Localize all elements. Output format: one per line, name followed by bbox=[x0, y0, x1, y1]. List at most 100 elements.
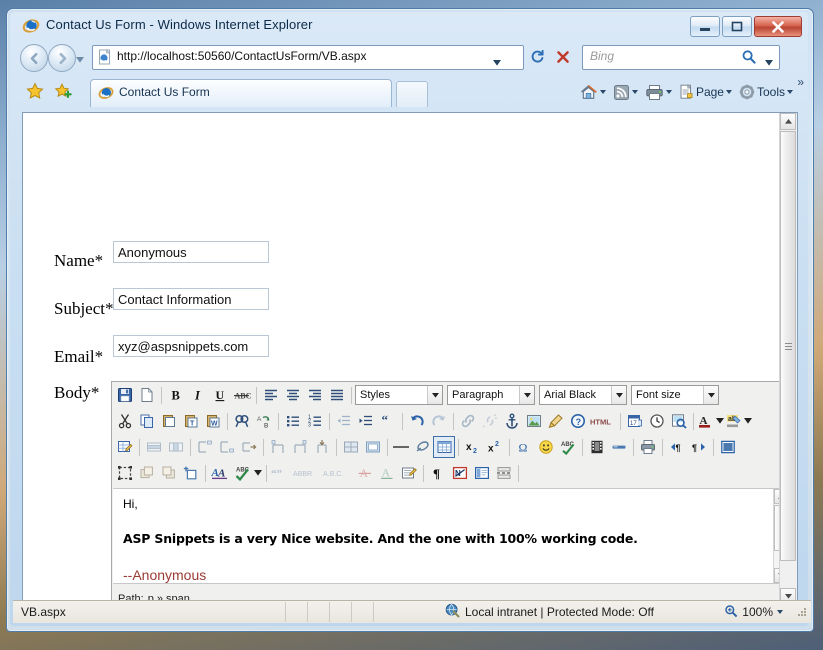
horizontal-rule-icon[interactable] bbox=[391, 436, 411, 458]
page-chevron-icon[interactable] bbox=[725, 90, 732, 94]
page-scroll-thumb[interactable] bbox=[780, 131, 796, 561]
visual-aid-icon[interactable] bbox=[717, 436, 739, 458]
recent-pages-chevron-icon[interactable] bbox=[76, 52, 84, 66]
search-icon[interactable] bbox=[741, 49, 757, 68]
tab-contact-us-form[interactable]: Contact Us Form bbox=[90, 79, 392, 107]
insert-time-icon[interactable] bbox=[646, 410, 668, 432]
font-family-chevron-icon[interactable] bbox=[611, 386, 626, 404]
paste-text-icon[interactable]: T bbox=[180, 410, 202, 432]
superscript-icon[interactable]: x2 bbox=[484, 436, 506, 458]
underline-icon[interactable]: U bbox=[209, 384, 231, 406]
zoom-chevron-icon[interactable] bbox=[777, 610, 783, 614]
delete-column-icon[interactable] bbox=[311, 436, 333, 458]
align-left-icon[interactable] bbox=[260, 384, 282, 406]
find-icon[interactable] bbox=[231, 410, 253, 432]
remove-format-icon[interactable] bbox=[411, 436, 433, 458]
print-icon[interactable] bbox=[637, 436, 659, 458]
background-color-chevron-icon[interactable] bbox=[743, 410, 753, 432]
toggle-absolute-icon[interactable] bbox=[180, 462, 202, 484]
anchor-icon[interactable] bbox=[501, 410, 523, 432]
align-center-icon[interactable] bbox=[282, 384, 304, 406]
stop-button[interactable] bbox=[550, 45, 576, 68]
paste-icon[interactable] bbox=[158, 410, 180, 432]
forward-button[interactable] bbox=[48, 44, 76, 72]
delete-row-icon[interactable] bbox=[238, 436, 260, 458]
address-dropdown-icon[interactable] bbox=[493, 55, 501, 69]
back-button[interactable] bbox=[20, 44, 48, 72]
insert-column-before-icon[interactable] bbox=[267, 436, 289, 458]
status-security-zone[interactable]: Local intranet | Protected Mode: Off bbox=[445, 603, 654, 621]
move-layer-icon[interactable] bbox=[158, 462, 180, 484]
paragraph-chevron-icon[interactable] bbox=[519, 386, 534, 404]
tools-chevron-icon[interactable] bbox=[787, 90, 793, 94]
styleprops-icon[interactable]: AA bbox=[209, 462, 231, 484]
feeds-button[interactable] bbox=[610, 82, 641, 103]
email-input[interactable]: xyz@aspsnippets.com bbox=[113, 335, 269, 357]
page-menu-button[interactable]: Page bbox=[676, 82, 735, 102]
save-icon[interactable] bbox=[114, 384, 136, 406]
table-icon[interactable] bbox=[433, 436, 455, 458]
rtl-icon[interactable]: ¶ bbox=[688, 436, 710, 458]
edit-table-icon[interactable] bbox=[114, 436, 136, 458]
visualchars-icon[interactable]: ¶ bbox=[427, 462, 449, 484]
link-icon[interactable] bbox=[457, 410, 479, 432]
search-input[interactable]: Bing bbox=[582, 45, 780, 70]
subject-input[interactable]: Contact Information bbox=[113, 288, 269, 310]
editor-document[interactable]: Hi, ASP Snippets is a very Nice website.… bbox=[113, 489, 773, 583]
row-properties-icon[interactable] bbox=[143, 436, 165, 458]
home-chevron-icon[interactable] bbox=[599, 90, 606, 94]
find-replace-icon[interactable]: AB bbox=[253, 410, 275, 432]
minimize-button[interactable] bbox=[690, 16, 720, 37]
refresh-button[interactable] bbox=[524, 45, 550, 68]
styles-dropdown[interactable]: Styles bbox=[355, 385, 443, 405]
spellcheck-icon[interactable]: ABC bbox=[557, 436, 579, 458]
unlink-icon[interactable] bbox=[479, 410, 501, 432]
subscript-icon[interactable]: x2 bbox=[462, 436, 484, 458]
media-icon[interactable] bbox=[586, 436, 608, 458]
blockquote-icon[interactable]: “ bbox=[377, 410, 399, 432]
bold-icon[interactable]: B bbox=[165, 384, 187, 406]
select-all-icon[interactable] bbox=[114, 462, 136, 484]
insert-date-icon[interactable]: 17 bbox=[624, 410, 646, 432]
pagebreak-icon[interactable] bbox=[493, 462, 515, 484]
page-scrollbar[interactable] bbox=[779, 113, 797, 605]
cite-icon[interactable]: “” bbox=[270, 462, 292, 484]
background-color-icon[interactable]: ab bbox=[725, 410, 743, 432]
font-size-chevron-icon[interactable] bbox=[703, 386, 718, 404]
spellchecker-icon[interactable]: ABC bbox=[231, 462, 253, 484]
feeds-chevron-icon[interactable] bbox=[631, 90, 638, 94]
maximize-button[interactable] bbox=[722, 16, 752, 37]
insert-layer-icon[interactable] bbox=[136, 462, 158, 484]
image-icon[interactable] bbox=[523, 410, 545, 432]
print-button[interactable] bbox=[642, 82, 675, 103]
special-character-icon[interactable]: Ω bbox=[513, 436, 535, 458]
text-color-chevron-icon[interactable] bbox=[715, 410, 725, 432]
indent-icon[interactable] bbox=[355, 410, 377, 432]
font-size-dropdown[interactable]: Font size bbox=[631, 385, 719, 405]
print-chevron-icon[interactable] bbox=[665, 90, 672, 94]
paragraph-dropdown[interactable]: Paragraph bbox=[447, 385, 535, 405]
new-tab-button[interactable] bbox=[396, 81, 428, 107]
favorites-center-icon[interactable] bbox=[24, 81, 46, 101]
insert-row-before-icon[interactable] bbox=[194, 436, 216, 458]
tools-menu-button[interactable]: Tools bbox=[736, 82, 796, 102]
copy-icon[interactable] bbox=[136, 410, 158, 432]
attributes-icon[interactable] bbox=[398, 462, 420, 484]
page-scroll-up-icon[interactable] bbox=[780, 113, 796, 130]
strikethrough-icon[interactable]: ABC bbox=[231, 384, 253, 406]
align-right-icon[interactable] bbox=[304, 384, 326, 406]
home-button[interactable] bbox=[576, 81, 609, 103]
redo-icon[interactable] bbox=[428, 410, 450, 432]
hr-icon[interactable] bbox=[608, 436, 630, 458]
font-family-dropdown[interactable]: Arial Black bbox=[539, 385, 627, 405]
insert-row-after-icon[interactable] bbox=[216, 436, 238, 458]
nonbreaking-icon[interactable]: N bbox=[449, 462, 471, 484]
styles-chevron-icon[interactable] bbox=[427, 386, 442, 404]
text-color-icon[interactable]: A bbox=[697, 410, 715, 432]
split-cells-icon[interactable] bbox=[340, 436, 362, 458]
html-icon[interactable]: HTML bbox=[589, 410, 617, 432]
template-icon[interactable] bbox=[471, 462, 493, 484]
help-icon[interactable]: ? bbox=[567, 410, 589, 432]
new-document-icon[interactable] bbox=[136, 384, 158, 406]
del-icon[interactable]: A bbox=[354, 462, 376, 484]
